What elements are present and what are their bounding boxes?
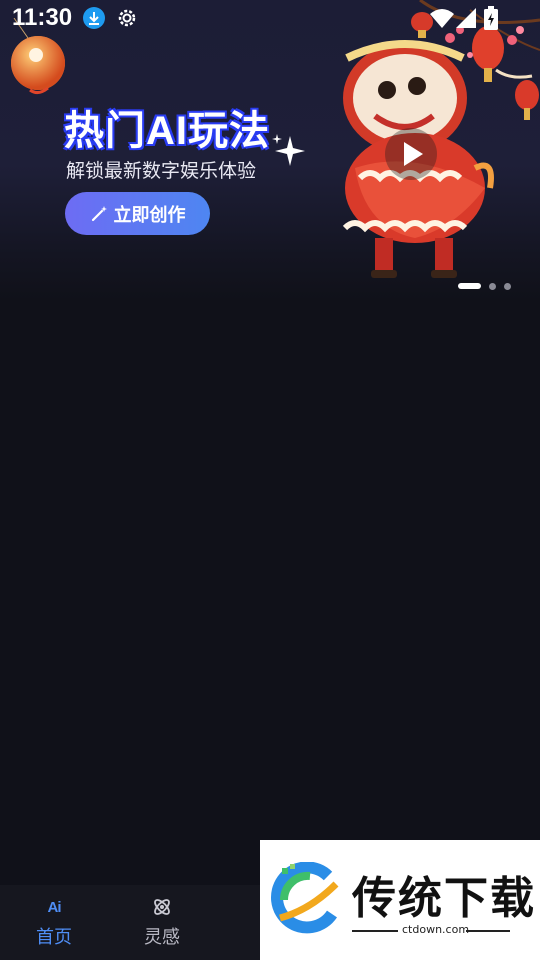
ctdown-logo (271, 862, 339, 934)
carousel-dot-active (458, 283, 481, 289)
banner-title: 热门AI玩法 (64, 109, 270, 153)
banner-subtitle: 解锁最新数字娱乐体验 (66, 160, 257, 182)
nav-item-home[interactable]: Ai 首页 (0, 885, 108, 960)
settings-icon (118, 9, 136, 27)
nav-label-home: 首页 (36, 927, 72, 948)
sparkle-icon (272, 134, 305, 166)
ai-icon: Ai (47, 898, 62, 916)
watermark-rule-right (466, 930, 510, 932)
carousel-dot (489, 282, 496, 290)
download-icon (83, 7, 105, 29)
nav-label-inspiration: 灵感 (144, 927, 180, 948)
status-time: 11:30 (12, 4, 73, 31)
signal-icon (456, 8, 476, 28)
status-bar: 11:30 (0, 0, 540, 38)
play-icon (404, 142, 423, 166)
wifi-icon (430, 9, 454, 28)
hero-banner[interactable]: 热门AI玩法 解锁最新数字娱乐体验 立即创作 (0, 0, 540, 300)
create-now-label: 立即创作 (113, 204, 186, 226)
carousel-dot (504, 282, 511, 290)
inspiration-icon (151, 896, 173, 918)
watermark-overlay: 传统下载 ctdown.com (260, 840, 540, 960)
magic-wand-icon (91, 205, 107, 221)
nav-item-inspiration[interactable]: 灵感 (108, 885, 216, 960)
create-now-button[interactable]: 立即创作 (65, 192, 210, 235)
watermark-domain: ctdown.com (402, 923, 470, 936)
watermark-rule-left (352, 930, 398, 932)
battery-icon (484, 6, 498, 30)
watermark-brand: 传统下载 (352, 874, 536, 923)
carousel-indicator (458, 282, 511, 290)
play-button[interactable] (385, 128, 437, 180)
